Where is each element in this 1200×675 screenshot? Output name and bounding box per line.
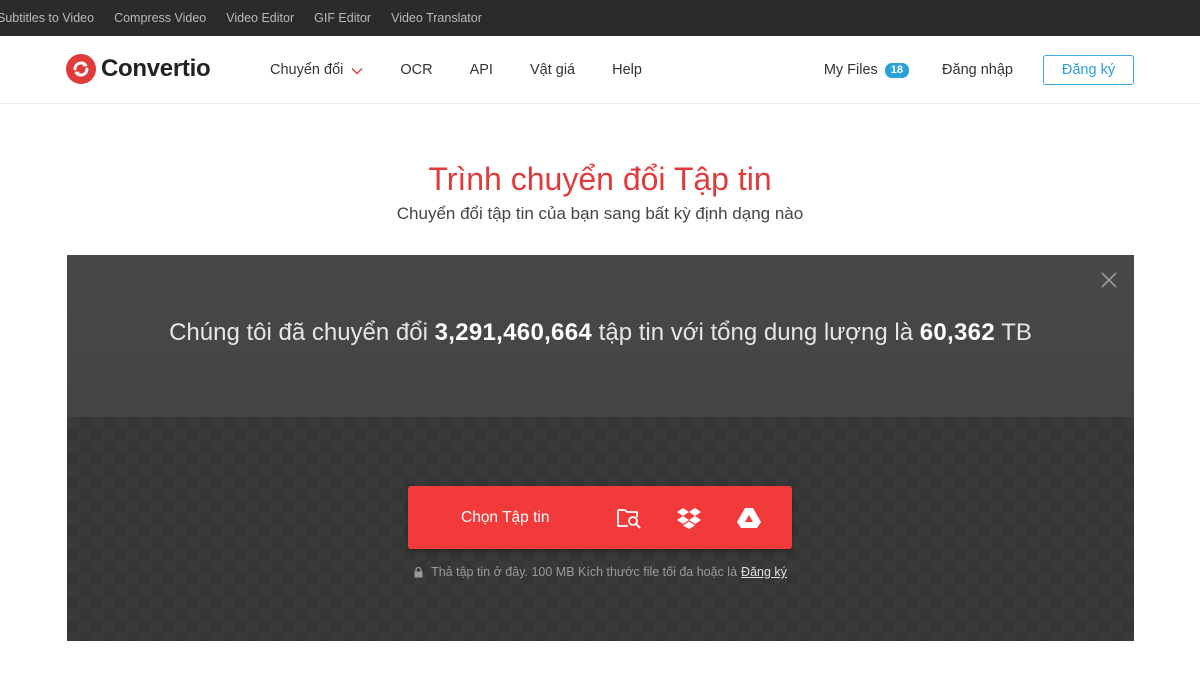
dropbox-icon[interactable] bbox=[675, 504, 703, 532]
nav-help[interactable]: Help bbox=[612, 62, 642, 78]
nav-convert[interactable]: Chuyển đổi bbox=[270, 62, 363, 78]
login-link[interactable]: Đăng nhập bbox=[942, 62, 1013, 78]
conversion-stats: Chúng tôi đã chuyển đổi 3,291,460,664 tậ… bbox=[67, 319, 1134, 347]
site-header: Convertio Chuyển đổi OCR API Vật giá Hel… bbox=[0, 36, 1200, 104]
stats-middle: tập tin với tổng dung lượng là bbox=[592, 319, 920, 346]
my-files-label: My Files bbox=[823, 62, 878, 78]
signup-button[interactable]: Đăng ký bbox=[1043, 55, 1134, 85]
upload-hint-text: Thả tập tin ở đây. 100 MB Kích thước fil… bbox=[431, 565, 738, 579]
folder-search-icon[interactable] bbox=[615, 504, 643, 532]
top-link-video-editor[interactable]: Video Editor bbox=[226, 11, 294, 25]
google-drive-icon[interactable] bbox=[735, 504, 763, 532]
stats-suffix: TB bbox=[994, 319, 1032, 346]
my-files-link[interactable]: My Files 18 bbox=[823, 62, 910, 78]
lock-icon bbox=[414, 566, 423, 578]
chevron-down-icon bbox=[351, 67, 363, 74]
convertio-logo-icon bbox=[66, 54, 96, 84]
top-link-subtitles[interactable]: Subtitles to Video bbox=[0, 11, 94, 25]
nav-ocr[interactable]: OCR bbox=[400, 62, 432, 78]
upload-hint-signup-link[interactable]: Đăng ký bbox=[741, 565, 787, 579]
top-link-gif-editor[interactable]: GIF Editor bbox=[314, 11, 371, 25]
choose-files-button[interactable]: Chọn Tập tin bbox=[408, 486, 792, 549]
page-subtitle: Chuyển đổi tập tin của bạn sang bất kỳ đ… bbox=[396, 204, 804, 223]
top-link-video-translator[interactable]: Video Translator bbox=[391, 11, 482, 25]
upload-hint: Thả tập tin ở đây. 100 MB Kích thước fil… bbox=[67, 565, 1134, 579]
upload-panel: Chúng tôi đã chuyển đổi 3,291,460,664 tậ… bbox=[67, 255, 1134, 641]
top-links-bar: Subtitles to Video Compress Video Video … bbox=[0, 0, 1200, 36]
main-nav: Chuyển đổi OCR API Vật giá Help bbox=[270, 36, 679, 104]
page-title: Trình chuyển đổi Tập tin bbox=[428, 161, 772, 197]
nav-convert-label: Chuyển đổi bbox=[270, 62, 344, 78]
account-nav: My Files 18 Đăng nhập Đăng ký bbox=[824, 36, 1134, 104]
files-count-badge: 18 bbox=[884, 62, 910, 78]
top-link-compress-video[interactable]: Compress Video bbox=[114, 11, 206, 25]
logo-text: Convertio bbox=[101, 55, 211, 82]
close-icon[interactable] bbox=[1100, 271, 1118, 289]
logo[interactable]: Convertio bbox=[66, 54, 211, 84]
stats-total-size: 60,362 bbox=[919, 319, 995, 346]
nav-api[interactable]: API bbox=[470, 62, 493, 78]
choose-files-label: Chọn Tập tin bbox=[461, 508, 550, 526]
stats-file-count: 3,291,460,664 bbox=[434, 319, 593, 346]
stats-prefix: Chúng tôi đã chuyển đổi bbox=[169, 319, 435, 346]
nav-pricing[interactable]: Vật giá bbox=[530, 62, 575, 78]
